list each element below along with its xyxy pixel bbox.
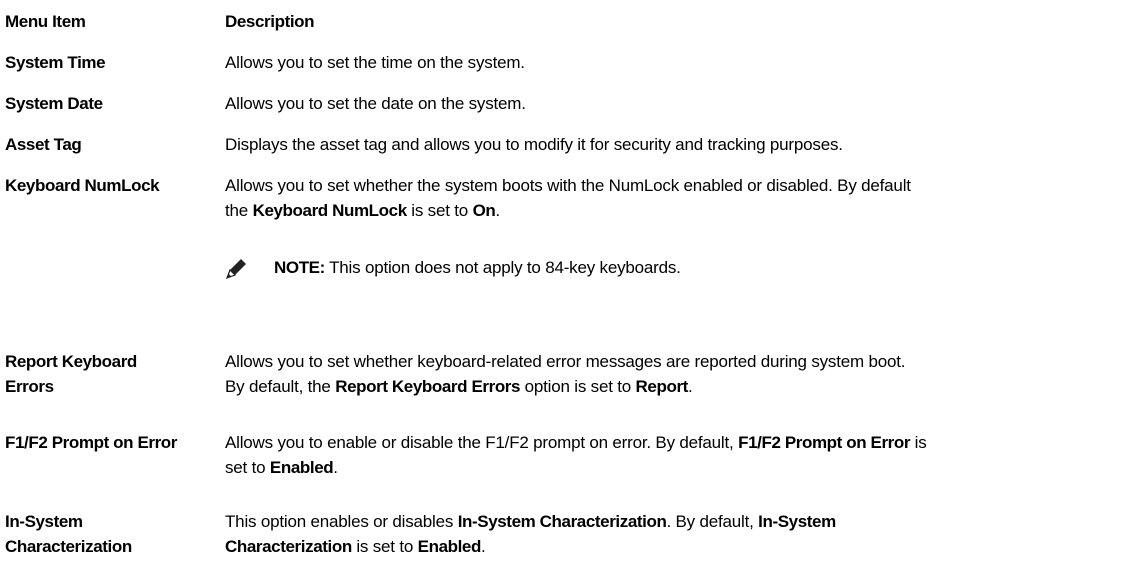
description-text: Allows you to enable or disable the F1/F…	[225, 433, 739, 452]
menu-item-description: Allows you to set whether keyboard-relat…	[225, 349, 1140, 399]
note-callout: NOTE: This option does not apply to 84-k…	[225, 253, 1125, 283]
description-text: .	[333, 458, 338, 477]
menu-item-description: Allows you to enable or disable the F1/F…	[225, 430, 1140, 480]
description-text: . By default,	[666, 512, 759, 531]
menu-item-description: Displays the asset tag and allows you to…	[225, 135, 843, 154]
description-text: the	[225, 201, 253, 220]
note-text: NOTE: This option does not apply to 84-k…	[274, 255, 681, 280]
description-text: By default, the	[225, 377, 336, 396]
menu-item-name-line: Characterization	[5, 537, 132, 556]
header-menu-item: Menu Item	[5, 12, 86, 31]
description-text: is	[910, 433, 927, 452]
header-description: Description	[225, 12, 315, 31]
description-emphasis: On	[472, 201, 496, 220]
menu-item-name: Asset Tag	[5, 135, 82, 154]
description-text: .	[687, 377, 693, 396]
description-emphasis: In-System Characterization	[457, 512, 667, 531]
description-text: Allows you to set whether keyboard-relat…	[225, 352, 906, 371]
menu-item-description: Allows you to set whether the system boo…	[225, 173, 1140, 223]
menu-item-name: System Time	[5, 53, 106, 72]
pencil-note-icon	[225, 259, 246, 280]
description-text: Allows you to set whether the system boo…	[225, 176, 911, 195]
description-emphasis: Enabled	[417, 537, 482, 556]
description-emphasis: Keyboard NumLock	[252, 201, 408, 220]
description-emphasis: Report Keyboard Errors	[335, 377, 521, 396]
menu-item-name: In-System Characterization	[5, 509, 220, 559]
description-text: option is set to	[520, 377, 636, 396]
description-text: .	[495, 201, 500, 220]
menu-item-name: System Date	[5, 94, 103, 113]
menu-item-description: This option enables or disables In-Syste…	[225, 509, 1140, 559]
menu-item-description: Allows you to set the date on the system…	[225, 94, 526, 113]
menu-item-name-line: In-System	[5, 512, 83, 531]
description-text: is set to	[406, 201, 473, 220]
note-body: This option does not apply to 84-key key…	[324, 258, 681, 277]
description-emphasis: Report	[635, 377, 689, 396]
description-emphasis: In-System	[758, 512, 836, 531]
description-emphasis: Enabled	[269, 458, 334, 477]
menu-item-name: Keyboard NumLock	[5, 176, 160, 195]
description-text: This option enables or disables	[225, 512, 458, 531]
note-label: NOTE:	[274, 258, 325, 277]
menu-item-name: Report Keyboard Errors	[5, 349, 220, 399]
description-text: set to	[225, 458, 270, 477]
menu-item-name: F1/F2 Prompt on Error	[5, 433, 178, 452]
description-text: .	[480, 537, 486, 556]
description-emphasis: F1/F2 Prompt on Error	[738, 433, 911, 452]
description-emphasis: Characterization	[225, 537, 352, 556]
menu-item-name-line: Report Keyboard	[5, 352, 137, 371]
menu-item-description: Allows you to set the time on the system…	[225, 53, 525, 72]
menu-item-name-line: Errors	[5, 377, 54, 396]
document-page: Menu Item Description System Time Allows…	[0, 0, 1147, 566]
description-text: is set to	[351, 537, 418, 556]
